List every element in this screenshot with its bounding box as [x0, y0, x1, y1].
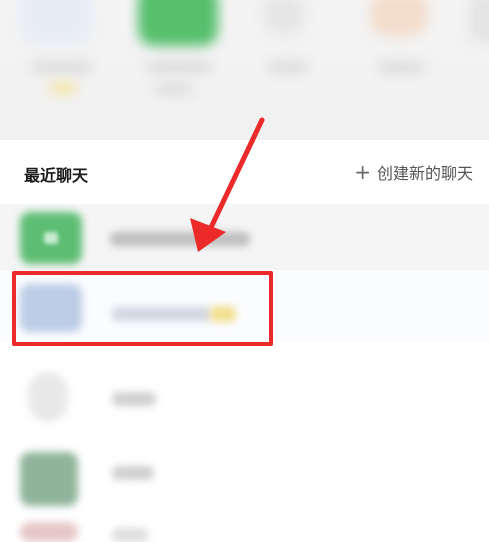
arrow-head	[190, 218, 226, 252]
arrow-icon	[190, 117, 265, 252]
arrow-shaft	[203, 117, 265, 241]
